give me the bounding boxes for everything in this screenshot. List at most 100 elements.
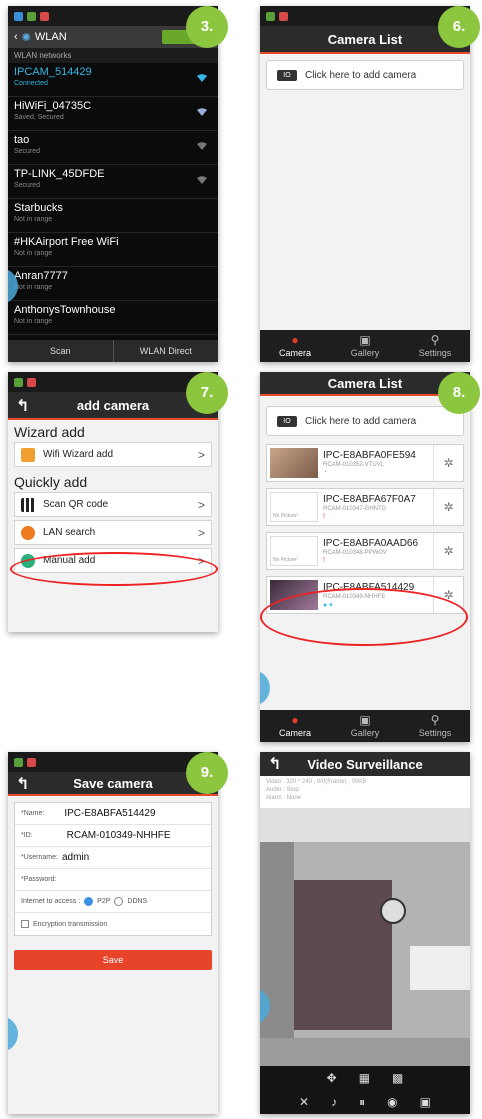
wifi-network-item[interactable]: HiWiFi_04735C Saved, Secured xyxy=(8,97,218,131)
wifi-network-item[interactable]: #HKAirport Free WiFi Not in range xyxy=(8,233,218,267)
step-badge-8: 8. xyxy=(438,372,480,414)
gear-icon[interactable]: ✲ xyxy=(433,445,463,481)
page-title: Video Surveillance xyxy=(307,756,423,772)
settings-icon[interactable]: ▩ xyxy=(392,1071,403,1085)
video-surveillance-screen: ↰ Video Surveillance Video : 320 * 240 ,… xyxy=(260,752,470,1114)
back-arrow-icon[interactable]: ↰ xyxy=(16,396,29,416)
step-badge-3: 3. xyxy=(186,6,228,48)
camera-thumbnail: No Picture! xyxy=(270,492,318,522)
page-title: Camera List xyxy=(327,375,403,391)
encryption-row: Encryption transmission xyxy=(15,913,211,935)
record-icon[interactable]: ◉ xyxy=(387,1095,397,1109)
notification-icon xyxy=(27,757,36,767)
add-camera-button[interactable]: IO Click here to add camera xyxy=(266,406,464,436)
notification-icon xyxy=(14,757,23,767)
wifi-network-item[interactable]: TP-LINK_45DFDE Secured xyxy=(8,165,218,199)
save-button[interactable]: Save xyxy=(14,950,212,970)
camera-item[interactable]: No Picture! IPC-E8ABFA67F0A7 RCAM-010347… xyxy=(266,488,464,526)
wlan-direct-button[interactable]: WLAN Direct xyxy=(114,340,219,362)
save-camera-screen: ▮▮▮ ↰ Save camera *Name: IPC-E8ABFA51442… xyxy=(8,752,218,1114)
camera-list-empty-screen: ▮▮▮ Camera List IO Click here to add cam… xyxy=(260,6,470,362)
step-badge-9: 9. xyxy=(186,752,228,794)
scan-qr-code-item[interactable]: Scan QR code > xyxy=(14,492,212,517)
side-drawer-handle[interactable] xyxy=(8,1016,18,1052)
wifi-lock-icon xyxy=(197,108,207,116)
page-title: add camera xyxy=(76,397,150,413)
chevron-right-icon: > xyxy=(197,525,205,540)
gallery-icon: ▣ xyxy=(359,713,371,727)
tab-gallery[interactable]: ▣ Gallery xyxy=(330,710,400,742)
camera-item[interactable]: IPC-E8ABFA0FE594 RCAM-010352-VTUVL ◔ ✲ xyxy=(266,444,464,482)
highlight-oval xyxy=(260,588,468,646)
back-arrow-icon[interactable]: ↰ xyxy=(268,754,281,774)
wlan-footer: Scan WLAN Direct xyxy=(8,340,218,362)
page-title: Camera List xyxy=(327,31,403,47)
live-video-view[interactable] xyxy=(260,842,470,1066)
snapshot-icon[interactable]: ▣ xyxy=(420,1095,431,1109)
scan-button[interactable]: Scan xyxy=(8,340,114,362)
video-info: Video : 320 * 240 , 0/0(Frame) , 00KB Au… xyxy=(260,776,470,808)
page-title: Save camera xyxy=(73,775,153,791)
wifi-network-item[interactable]: IPCAM_514429 Connected xyxy=(8,63,218,97)
video-window xyxy=(410,946,470,990)
notification-icon xyxy=(14,11,23,21)
gear-icon: ✺ xyxy=(21,31,31,44)
ptz-move-icon[interactable]: ✥ xyxy=(327,1071,337,1085)
notification-icon xyxy=(279,11,288,21)
camera-tab-icon: ● xyxy=(291,713,299,727)
pause-icon[interactable]: ⏸ xyxy=(359,1095,365,1110)
password-field[interactable]: *Password: xyxy=(15,869,211,891)
microphone-icon[interactable]: ♪ xyxy=(331,1095,337,1109)
lan-search-item[interactable]: LAN search > xyxy=(14,520,212,545)
chevron-right-icon: > xyxy=(197,497,205,512)
add-camera-button[interactable]: IO Click here to add camera xyxy=(266,60,464,90)
image-icon[interactable]: ▦ xyxy=(359,1071,370,1085)
gear-icon[interactable]: ✲ xyxy=(433,489,463,525)
wifi-signal-icon xyxy=(197,74,207,82)
bottom-tabbar: ● Camera ▣ Gallery ⚲ Settings xyxy=(260,710,470,742)
tab-camera[interactable]: ● Camera xyxy=(260,330,330,362)
highlight-oval xyxy=(10,552,218,586)
wifi-lock-icon xyxy=(197,176,207,184)
name-field[interactable]: *Name: IPC-E8ABFA514429 xyxy=(15,803,211,825)
bottom-tabbar: ● Camera ▣ Gallery ⚲ Settings xyxy=(260,330,470,362)
tab-settings[interactable]: ⚲ Settings xyxy=(400,710,470,742)
wizard-icon xyxy=(21,447,35,462)
chevron-right-icon: > xyxy=(197,447,205,462)
notification-icon xyxy=(27,11,36,21)
tab-camera[interactable]: ● Camera xyxy=(260,710,330,742)
ddns-radio[interactable] xyxy=(114,897,124,906)
camera-tab-icon: ● xyxy=(291,333,299,347)
mute-speaker-icon[interactable]: ✕ xyxy=(299,1095,309,1109)
notification-icon xyxy=(14,377,23,387)
wifi-wizard-add-item[interactable]: Wifi Wizard add > xyxy=(14,442,212,467)
add-camera-screen: ▮▮▮ ↰ add camera Wizard add Wifi Wizard … xyxy=(8,372,218,632)
back-icon[interactable]: ‹ xyxy=(14,31,18,43)
video-floor xyxy=(260,1038,470,1066)
camera-item[interactable]: No Picture! IPC-E8ABFA0AAD66 RCAM-010348… xyxy=(266,532,464,570)
title-bar: ↰ Video Surveillance xyxy=(260,752,470,776)
wifi-network-item[interactable]: Starbucks Not in range xyxy=(8,199,218,233)
encryption-checkbox[interactable] xyxy=(21,920,29,928)
wifi-network-item[interactable]: AnthonysTownhouse Not in range xyxy=(8,301,218,335)
p2p-radio[interactable] xyxy=(84,897,94,906)
wlan-title: WLAN xyxy=(34,31,67,43)
username-field[interactable]: *Username: admin xyxy=(15,847,211,869)
wlan-subheader: WLAN networks xyxy=(8,48,218,63)
camera-thumbnail xyxy=(270,448,318,478)
tab-gallery[interactable]: ▣ Gallery xyxy=(330,330,400,362)
wifi-network-item[interactable]: tao Secured xyxy=(8,131,218,165)
access-mode-row: Internet to access : P2P DDNS xyxy=(15,891,211,913)
back-arrow-icon[interactable]: ↰ xyxy=(16,774,29,794)
camera-form: *Name: IPC-E8ABFA514429 *ID: RCAM-010349… xyxy=(14,802,212,936)
status-icon: ◔ xyxy=(323,469,328,476)
gear-icon[interactable]: ✲ xyxy=(433,533,463,569)
wifi-network-item[interactable]: Anran7777 Not in range xyxy=(8,267,218,301)
tab-settings[interactable]: ⚲ Settings xyxy=(400,330,470,362)
side-drawer-handle[interactable] xyxy=(260,670,270,706)
search-icon: ⚲ xyxy=(430,713,440,727)
qr-code-icon xyxy=(21,497,35,512)
search-icon: ⚲ xyxy=(430,333,440,347)
gallery-icon: ▣ xyxy=(359,333,371,347)
id-field[interactable]: *ID: RCAM-010349-NHHFE xyxy=(15,825,211,847)
